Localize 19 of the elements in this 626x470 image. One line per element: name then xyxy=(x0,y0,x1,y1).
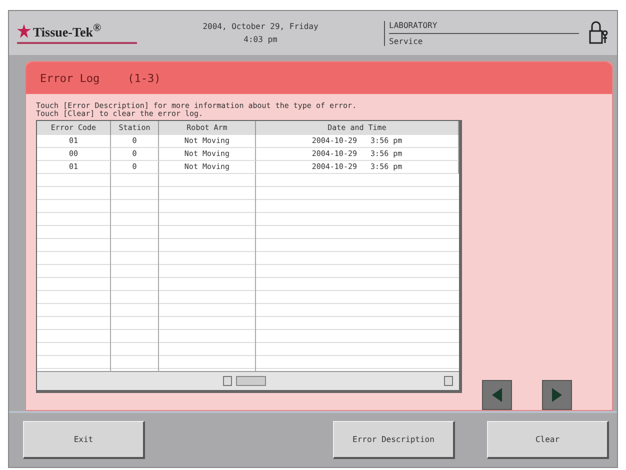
next-page-button[interactable] xyxy=(542,380,572,410)
right-arrow-icon xyxy=(550,387,564,403)
previous-page-button[interactable] xyxy=(482,380,512,410)
action-button[interactable]: Exit xyxy=(23,421,145,459)
record-range: (1-3) xyxy=(128,72,161,84)
time-text: 4:03 pm xyxy=(244,35,278,44)
brand-logo: Tissue-Tek$^{®}$ xyxy=(33,22,102,41)
date-text: 2004, October 29, Friday xyxy=(202,22,318,31)
star-logo-icon xyxy=(17,24,31,38)
action-button[interactable]: Clear xyxy=(487,421,609,459)
left-arrow-icon xyxy=(490,387,504,403)
action-button[interactable]: Error Description xyxy=(333,421,455,459)
mode-label: LABORATORY xyxy=(389,20,579,34)
scroll-right-button[interactable] xyxy=(444,376,453,386)
padlock-person-icon[interactable] xyxy=(589,21,609,45)
scroll-left-button[interactable] xyxy=(223,376,232,386)
user-label: Service xyxy=(389,36,424,46)
scrollbar-thumb[interactable] xyxy=(236,376,266,386)
panel-title: Error Log xyxy=(40,72,100,84)
